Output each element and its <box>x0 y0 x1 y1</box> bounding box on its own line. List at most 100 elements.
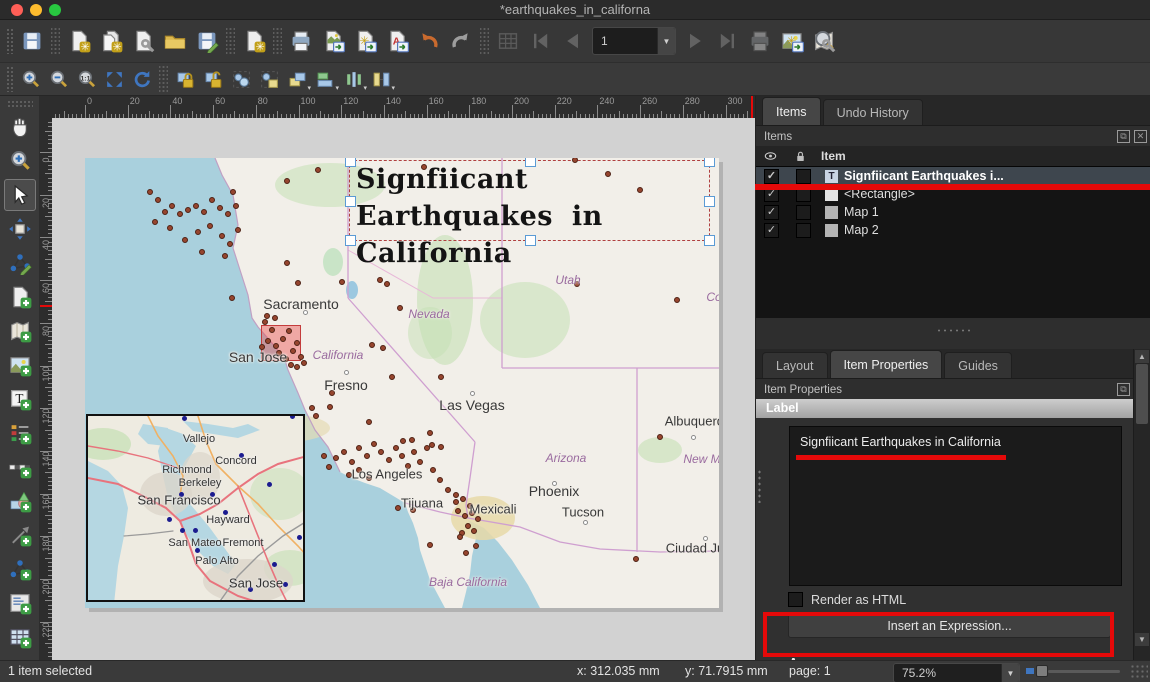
add-items-from-template-button[interactable]: ✳ <box>238 25 270 57</box>
title-label-item[interactable]: Signfiicant Earthquakes in California <box>349 160 710 241</box>
lock-checkbox[interactable] <box>796 223 811 238</box>
inset-map-item[interactable]: VallejoConcordRichmondBerkeleySan Franci… <box>86 414 305 602</box>
align-selected-items-button[interactable]: ▾ <box>311 65 339 93</box>
add-picture-button[interactable] <box>4 349 36 381</box>
zoom-tool-button[interactable] <box>4 145 36 177</box>
add-html-button[interactable]: </> <box>4 587 36 619</box>
atlas-settings-button[interactable] <box>808 25 840 57</box>
selection-handle[interactable] <box>704 158 715 167</box>
undo-button[interactable] <box>413 25 445 57</box>
layout-page-map[interactable]: VallejoConcordRichmondBerkeleySan Franci… <box>85 158 719 608</box>
tab-item-properties[interactable]: Item Properties <box>830 350 943 378</box>
scrollbar-thumb[interactable] <box>1136 364 1148 424</box>
selection-handle[interactable] <box>525 235 536 246</box>
scroll-down-icon[interactable]: ▼ <box>1135 633 1149 646</box>
group-items-button[interactable] <box>227 65 255 93</box>
add-arrow-button[interactable] <box>4 519 36 551</box>
scroll-up-icon[interactable]: ▲ <box>1135 350 1149 363</box>
add-page-button[interactable] <box>4 281 36 313</box>
toolbar-grip[interactable] <box>6 66 14 92</box>
dock-drag-handle[interactable] <box>757 469 762 503</box>
edit-nodes-item-button[interactable] <box>4 247 36 279</box>
refresh-view-button[interactable] <box>128 65 156 93</box>
zoom-out-button[interactable] <box>44 65 72 93</box>
float-panel-icon[interactable]: ⧉ <box>1117 383 1130 396</box>
save-as-template-button[interactable] <box>191 25 223 57</box>
add-legend-button[interactable] <box>4 417 36 449</box>
lock-checkbox[interactable] <box>796 169 811 184</box>
add-node-item-button[interactable] <box>4 553 36 585</box>
close-panel-icon[interactable]: ✕ <box>1134 130 1147 143</box>
panel-splitter[interactable] <box>936 328 972 333</box>
render-as-html-checkbox[interactable] <box>788 592 803 607</box>
selection-handle[interactable] <box>345 196 356 207</box>
select-move-item-button[interactable] <box>4 179 36 211</box>
resize-grip[interactable] <box>1130 664 1148 680</box>
unlock-all-items-button[interactable] <box>199 65 227 93</box>
items-list-row[interactable]: ✓TSignfiicant Earthquakes i... <box>756 167 1150 185</box>
tab-items[interactable]: Items <box>762 97 821 125</box>
open-template-button[interactable] <box>159 25 191 57</box>
new-layout-button[interactable]: ✳ <box>63 25 95 57</box>
previous-feature-button[interactable] <box>556 25 588 57</box>
atlas-page-combo[interactable]: 1▼ <box>592 27 676 55</box>
ungroup-items-button[interactable] <box>255 65 283 93</box>
add-shape-button[interactable] <box>4 485 36 517</box>
earthquake-point <box>633 556 639 562</box>
properties-scrollbar[interactable]: ▲ ▼ <box>1133 349 1150 660</box>
tab-layout[interactable]: Layout <box>762 352 828 378</box>
zoom-level-combo[interactable]: 75.2% ▼ <box>893 663 1020 682</box>
atlas-preview-button[interactable] <box>492 25 524 57</box>
export-as-pdf-button[interactable]: A <box>381 25 413 57</box>
save-project-button[interactable] <box>16 25 48 57</box>
selection-handle[interactable] <box>525 158 536 167</box>
move-item-content-button[interactable] <box>4 213 36 245</box>
next-feature-button[interactable] <box>680 25 712 57</box>
lock-checkbox[interactable] <box>796 205 811 220</box>
unlock-all-items-icon <box>203 69 224 90</box>
redo-button[interactable] <box>445 25 477 57</box>
pan-tool-button[interactable] <box>4 111 36 143</box>
float-panel-icon[interactable]: ⧉ <box>1117 130 1130 143</box>
layout-canvas[interactable]: VallejoConcordRichmondBerkeleySan Franci… <box>52 118 755 660</box>
visibility-checkbox[interactable]: ✓ <box>764 223 779 238</box>
export-as-svg-button[interactable]: ✳ <box>349 25 381 57</box>
visibility-checkbox[interactable]: ✓ <box>764 169 779 184</box>
resize-items-icon <box>371 69 392 90</box>
zoom-actual-button[interactable]: 1:1 <box>72 65 100 93</box>
export-as-image-button[interactable] <box>317 25 349 57</box>
toolbar-grip[interactable] <box>7 100 33 108</box>
zoom-slider-track[interactable] <box>1048 670 1120 673</box>
selection-handle[interactable] <box>704 235 715 246</box>
last-feature-button[interactable] <box>712 25 744 57</box>
zoom-slider-handle[interactable] <box>1036 665 1048 677</box>
lock-selected-items-button[interactable] <box>171 65 199 93</box>
duplicate-layout-button[interactable]: ✳ <box>95 25 127 57</box>
print-atlas-button[interactable] <box>744 25 776 57</box>
items-list-row[interactable]: ✓Map 1 <box>756 203 1150 221</box>
label-text-field[interactable]: Signfiicant Earthquakes in California <box>789 426 1122 586</box>
add-label-button[interactable]: T <box>4 383 36 415</box>
visibility-checkbox[interactable]: ✓ <box>764 205 779 220</box>
first-feature-button[interactable] <box>524 25 556 57</box>
raise-selected-items-button[interactable]: ▾ <box>283 65 311 93</box>
selection-handle[interactable] <box>345 158 356 167</box>
toolbar-grip[interactable] <box>6 28 14 54</box>
zoom-in-button[interactable] <box>16 65 44 93</box>
item-label: Signfiicant Earthquakes i... <box>844 169 1004 183</box>
state-label: Arizona <box>546 451 587 465</box>
add-map-button[interactable] <box>4 315 36 347</box>
resize-items-button[interactable]: ▾ <box>367 65 395 93</box>
add-attribute-table-button[interactable] <box>4 621 36 653</box>
distribute-items-button[interactable]: ▾ <box>339 65 367 93</box>
tab-guides[interactable]: Guides <box>944 352 1012 378</box>
layout-manager-button[interactable] <box>127 25 159 57</box>
print-layout-button[interactable] <box>285 25 317 57</box>
items-list-row[interactable]: ✓Map 2 <box>756 221 1150 239</box>
selection-handle[interactable] <box>345 235 356 246</box>
export-atlas-button[interactable]: ✳ <box>776 25 808 57</box>
selection-handle[interactable] <box>704 196 715 207</box>
tab-undo-history[interactable]: Undo History <box>823 99 923 125</box>
zoom-full-button[interactable] <box>100 65 128 93</box>
add-scalebar-button[interactable] <box>4 451 36 483</box>
